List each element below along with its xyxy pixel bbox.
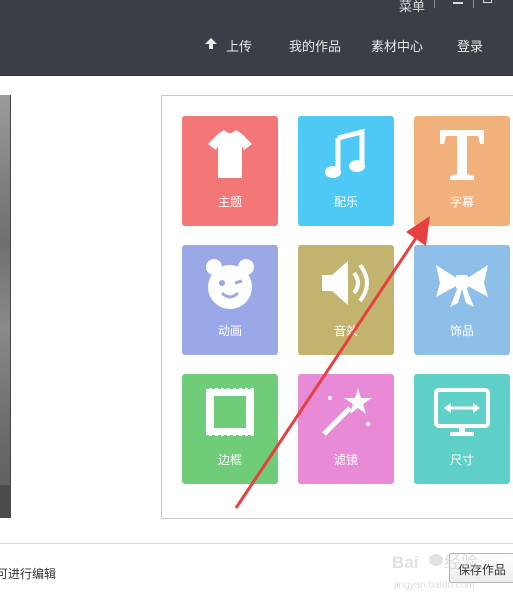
tool-frame[interactable]: 边框 — [182, 374, 278, 484]
tool-label: 配乐 — [333, 195, 358, 209]
separator — [434, 0, 435, 8]
svg-text:Bai: Bai — [392, 553, 418, 572]
nav-my-works[interactable]: 我的作品 — [289, 36, 341, 55]
edit-hint-text: 可进行编辑 — [0, 567, 57, 581]
tool-music[interactable]: 配乐 — [298, 116, 394, 226]
tool-size[interactable]: 尺寸 — [414, 374, 510, 484]
bow-icon — [436, 265, 488, 307]
top-header-bar: 菜单 上传 我的作品 素材中心 登录 — [0, 0, 513, 76]
frame-icon — [206, 387, 254, 437]
tool-label: 主题 — [217, 195, 242, 209]
monitor-resize-icon — [434, 388, 490, 436]
maximize-icon[interactable] — [483, 0, 492, 3]
tool-accessory[interactable]: 饰品 — [414, 245, 510, 355]
tool-label: 边框 — [217, 453, 242, 467]
tool-theme[interactable]: 主题 — [182, 116, 278, 226]
tool-sound-effect[interactable]: 音效 — [298, 245, 394, 355]
speaker-icon — [322, 261, 369, 305]
tool-subtitle[interactable]: 字幕 — [414, 116, 510, 226]
footer-divider — [0, 543, 513, 544]
text-T-icon — [440, 130, 484, 180]
tool-animation[interactable]: 动画 — [182, 245, 278, 355]
tool-label: 动画 — [217, 324, 242, 338]
nav-login[interactable]: 登录 — [457, 36, 483, 55]
tool-label: 尺寸 — [449, 453, 474, 467]
svg-text:经验: 经验 — [444, 553, 478, 572]
menu-button[interactable]: 菜单 — [399, 0, 425, 15]
nav-upload[interactable]: 上传 — [226, 36, 252, 55]
tool-filter[interactable]: 滤镜 — [298, 374, 394, 484]
video-preview[interactable] — [0, 95, 11, 518]
tool-label: 字幕 — [449, 195, 474, 209]
tools-panel: 主题 配乐 字幕 动画 音效 饰品 边框 滤镜 尺寸 — [161, 95, 513, 519]
magic-wand-icon — [322, 388, 372, 436]
svg-text:jingyan.baidu.com: jingyan.baidu.com — [393, 580, 475, 591]
tool-label: 饰品 — [449, 324, 474, 338]
bear-face-icon — [206, 259, 254, 309]
tool-label: 音效 — [333, 324, 358, 338]
tshirt-icon — [208, 130, 252, 178]
preview-controls[interactable] — [0, 485, 11, 518]
separator — [473, 0, 474, 8]
music-note-icon — [325, 128, 365, 178]
nav-materials[interactable]: 素材中心 — [371, 36, 423, 55]
tool-label: 滤镜 — [333, 453, 358, 467]
baidu-watermark-logo: Bai 经验 jingyan.baidu.com — [392, 553, 478, 591]
upload-arrow-icon — [205, 38, 217, 49]
minimize-icon[interactable] — [453, 2, 463, 4]
